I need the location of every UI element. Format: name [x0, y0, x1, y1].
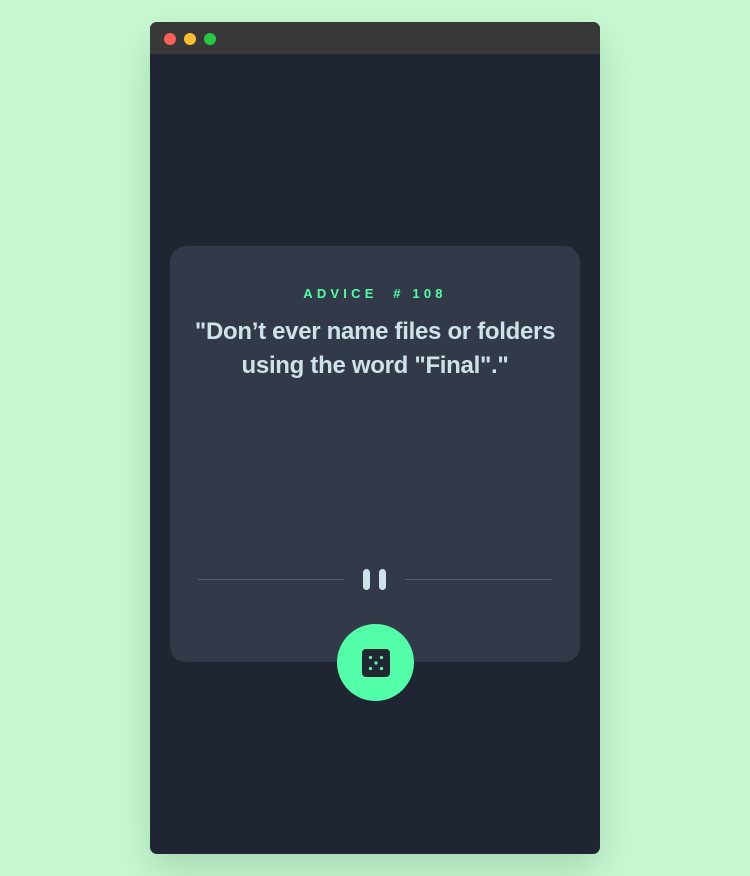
advice-id-heading: ADVICE # 108	[303, 286, 447, 301]
app-window: ADVICE # 108 "Don’t ever name files or f…	[150, 22, 600, 854]
pause-icon	[363, 569, 389, 590]
close-window-button[interactable]	[164, 33, 176, 45]
title-bar	[150, 22, 600, 54]
pause-bar-right	[379, 569, 386, 590]
minimize-window-button[interactable]	[184, 33, 196, 45]
advice-card: ADVICE # 108 "Don’t ever name files or f…	[170, 246, 580, 662]
pause-bar-left	[363, 569, 370, 590]
maximize-window-button[interactable]	[204, 33, 216, 45]
advice-quote: "Don’t ever name files or folders using …	[194, 318, 556, 379]
divider-line-right	[405, 579, 552, 580]
dice-icon	[362, 649, 390, 677]
divider-line-left	[198, 579, 344, 580]
new-advice-dice-button[interactable]	[337, 624, 414, 701]
